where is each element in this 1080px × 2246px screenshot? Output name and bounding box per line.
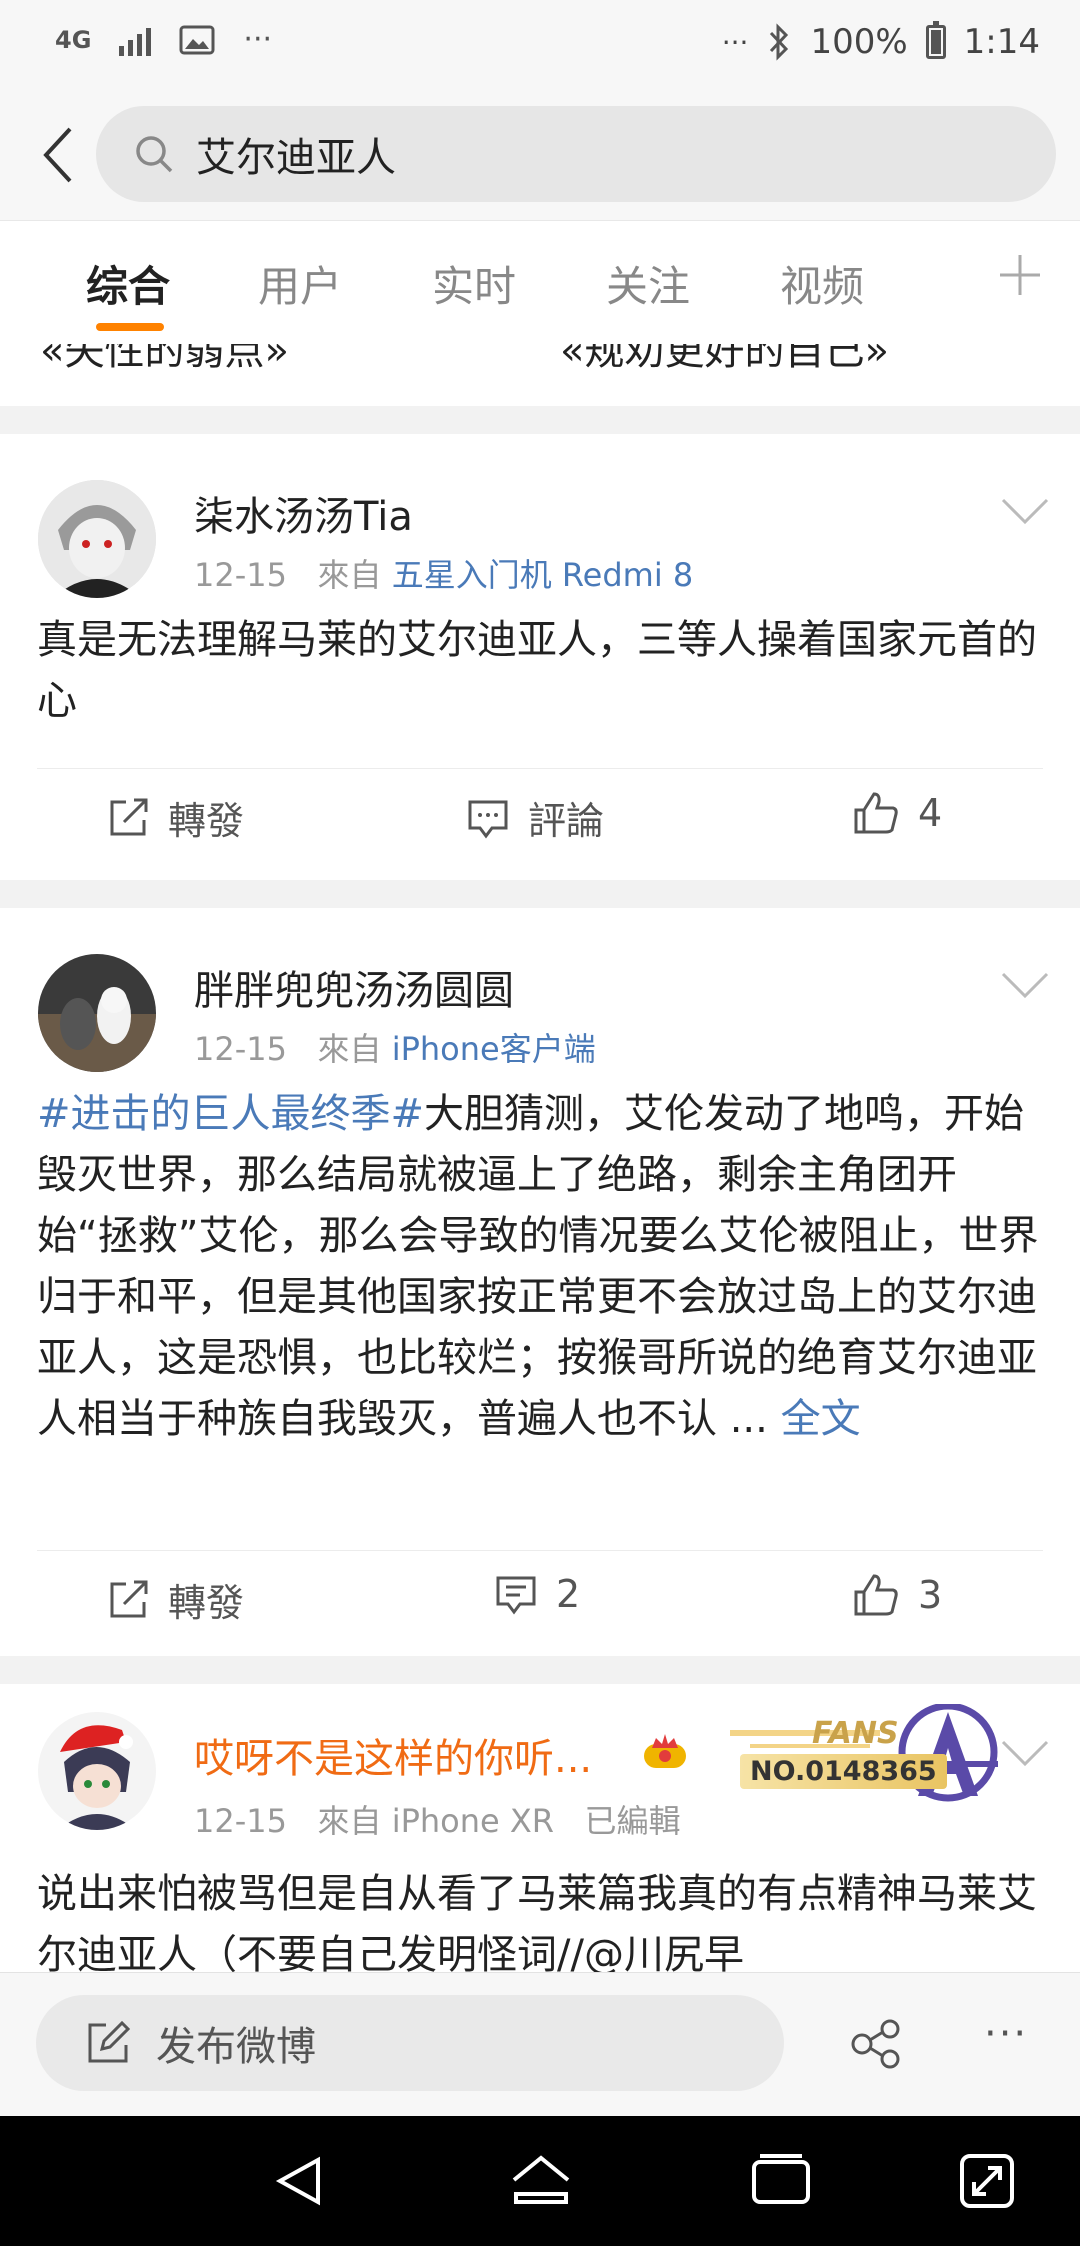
post-source: iPhone XR xyxy=(391,1802,555,1840)
avatar-image xyxy=(38,480,156,598)
repost-button[interactable]: 轉發 xyxy=(106,1572,244,1627)
search-query: 艾尔迪亚人 xyxy=(196,135,396,181)
compose-bar: 发布微博 ··· xyxy=(0,1972,1080,2116)
status-bar: 4G ··· ··· 100% 1:14 xyxy=(0,0,1080,92)
fans-number: NO.0148365 xyxy=(740,1754,947,1789)
nav-home-icon[interactable] xyxy=(506,2146,576,2216)
comment-button[interactable]: 2 xyxy=(494,1572,580,1616)
back-arrow-icon xyxy=(43,127,72,183)
post-text[interactable]: 说出来怕被骂但是自从看了马莱篇我真的有点精神马莱艾尔迪亚人（不要自己发明怪词//… xyxy=(37,1864,1047,1972)
post-text[interactable]: 真是无法理解马莱的艾尔迪亚人，三等人操着国家元首的心 xyxy=(37,610,1047,732)
like-button[interactable]: 4 xyxy=(852,790,942,836)
add-tab-icon[interactable] xyxy=(998,245,1042,305)
post-text[interactable]: #进击的巨人最终季#大胆猜测，艾伦发动了地鸣，开始毁灭世界，那么结局就被逼上了绝… xyxy=(37,1084,1047,1450)
post-card[interactable]: 哎呀不是这样的你听... FANS NO.0148365 12-15 來自 iP… xyxy=(0,1684,1080,1972)
post-date: 12-15 xyxy=(194,1030,287,1068)
avatar-image xyxy=(38,1712,156,1830)
fans-badge[interactable]: FANS NO.0148365 xyxy=(730,1704,1010,1814)
nav-recents-icon[interactable] xyxy=(746,2146,816,2216)
nav-expand-icon[interactable] xyxy=(952,2146,1022,2216)
avatar-image xyxy=(38,954,156,1072)
repost-button[interactable]: 轉發 xyxy=(106,790,244,845)
avatar[interactable] xyxy=(38,954,156,1072)
vip-crown-icon xyxy=(644,1734,686,1768)
edited-label: 已編輯 xyxy=(584,1802,681,1840)
chevron-down-icon[interactable] xyxy=(1000,970,1050,1000)
clock: 1:14 xyxy=(963,22,1040,62)
like-button[interactable]: 3 xyxy=(852,1572,942,1618)
more-options-icon[interactable]: ··· xyxy=(984,2011,1028,2057)
status-more-icon: ··· xyxy=(721,25,749,59)
active-tab-indicator xyxy=(96,323,164,331)
comment-count: 2 xyxy=(556,1572,581,1616)
comment-button[interactable]: 評論 xyxy=(466,790,604,845)
username[interactable]: 柒水汤汤Tia xyxy=(194,484,413,542)
post-meta: 12-15 來自 五星入门机 Redmi 8 xyxy=(194,550,693,596)
feed: «失性的弱点» «规劝更好的自己» 柒水汤汤Tia 12-15 來自 五星入门机… xyxy=(0,344,1080,1972)
avatar[interactable] xyxy=(38,1712,156,1830)
comment-icon xyxy=(496,1576,536,1615)
like-count: 4 xyxy=(918,791,943,835)
chevron-down-icon[interactable] xyxy=(1000,1738,1050,1768)
repost-icon xyxy=(110,798,148,835)
tab-realtime[interactable]: 实时 xyxy=(432,253,516,314)
avatar[interactable] xyxy=(38,480,156,598)
thumbs-up-icon xyxy=(854,792,898,834)
post-date: 12-15 xyxy=(194,556,287,594)
post-source[interactable]: iPhone客户端 xyxy=(392,1030,596,1068)
post-card[interactable]: 胖胖兜兜汤汤圆圆 12-15 來自 iPhone客户端 #进击的巨人最终季#大胆… xyxy=(0,908,1080,1656)
search-header: 艾尔迪亚人 xyxy=(0,92,1080,220)
battery-percent: 100% xyxy=(810,22,908,62)
back-button[interactable] xyxy=(28,120,88,190)
battery-icon xyxy=(925,21,946,59)
from-label: 來自 xyxy=(317,556,382,594)
clipped-text-right: «规劝更好的自己» xyxy=(560,344,889,374)
post-date: 12-15 xyxy=(194,1802,287,1840)
system-nav-bar xyxy=(0,2116,1080,2246)
notification-more-icon: ··· xyxy=(243,22,273,57)
tab-overview[interactable]: 综合 xyxy=(86,253,170,314)
tab-video[interactable]: 视频 xyxy=(780,253,864,314)
signal-icon xyxy=(119,24,152,56)
post-actions: 轉發 評論 4 xyxy=(0,770,1080,866)
compose-post-button[interactable]: 发布微博 xyxy=(36,1995,784,2091)
post-card[interactable]: 柒水汤汤Tia 12-15 來自 五星入门机 Redmi 8 真是无法理解马莱的… xyxy=(0,434,1080,880)
post-meta: 12-15 來自 iPhone XR 已編輯 xyxy=(194,1796,681,1842)
clipped-text-left: «失性的弱点» xyxy=(40,344,289,374)
tab-bar: 综合 用户 实时 关注 视频 xyxy=(0,220,1080,344)
image-icon xyxy=(179,25,215,54)
fans-label: FANS xyxy=(812,1716,899,1751)
repost-icon xyxy=(110,1580,148,1617)
tab-users[interactable]: 用户 xyxy=(258,253,342,314)
comment-icon xyxy=(468,800,508,838)
nav-back-icon[interactable] xyxy=(266,2146,336,2216)
post-actions: 轉發 2 3 xyxy=(0,1552,1080,1648)
hashtag-link[interactable]: #进击的巨人最终季# xyxy=(37,1091,424,1137)
search-input[interactable]: 艾尔迪亚人 xyxy=(96,106,1056,202)
username[interactable]: 胖胖兜兜汤汤圆圆 xyxy=(194,958,514,1016)
like-count: 3 xyxy=(918,1573,943,1617)
username[interactable]: 哎呀不是这样的你听... xyxy=(194,1726,592,1784)
from-label: 來自 xyxy=(317,1030,382,1068)
search-icon xyxy=(136,136,173,173)
network-label: 4G xyxy=(55,25,92,54)
post-source[interactable]: 五星入门机 Redmi 8 xyxy=(392,556,694,594)
chevron-down-icon[interactable] xyxy=(1000,496,1050,526)
tab-following[interactable]: 关注 xyxy=(606,253,690,314)
thumbs-up-icon xyxy=(854,1574,898,1616)
post-meta: 12-15 來自 iPhone客户端 xyxy=(194,1024,596,1070)
bluetooth-icon xyxy=(770,23,789,61)
clipped-previous-post: «失性的弱点» «规劝更好的自己» xyxy=(0,344,1080,406)
from-label: 來自 xyxy=(317,1802,382,1840)
read-more-link[interactable]: 全文 xyxy=(781,1396,861,1442)
compose-label: 发布微博 xyxy=(156,2024,316,2070)
share-icon[interactable] xyxy=(850,2019,904,2069)
edit-icon xyxy=(88,2021,130,2063)
